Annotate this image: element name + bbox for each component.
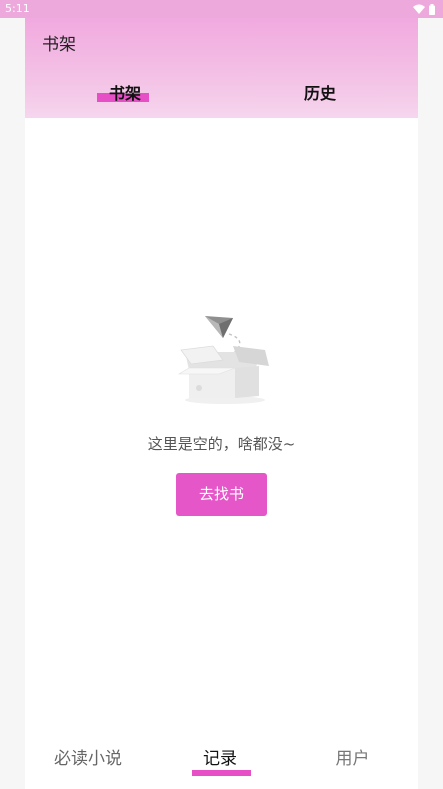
app-header: 书架 书架 历史 [25,18,418,118]
page-title: 书架 [42,35,76,55]
bottom-nav-selected-indicator [192,770,251,776]
bottom-nav-records-label: 记录 [203,749,237,769]
tab-bookshelf[interactable]: 书架 [65,80,185,110]
bottom-nav-user-label: 用户 [335,749,370,769]
status-icons [413,3,435,15]
bottom-nav-must-read-label: 必读小说 [54,749,122,769]
tab-bookshelf-label: 书架 [108,84,141,103]
bottom-nav-user[interactable]: 用户 [320,746,385,776]
find-book-button[interactable]: 去找书 [176,473,267,516]
bottom-nav: 必读小说 记录 用户 [25,736,418,786]
battery-icon [429,3,435,15]
app-card: 书架 书架 历史 这里是空的，啥都没~ 去找书 必读小说 记录 用户 [25,18,418,789]
empty-state-message: 这里是空的，啥都没~ [147,435,296,453]
tab-history-label: 历史 [303,84,336,103]
status-bar: 5:11 [0,0,443,18]
empty-box-icon [177,316,269,404]
tab-history[interactable]: 历史 [260,80,380,110]
bottom-nav-records[interactable]: 记录 [185,746,255,776]
wifi-icon [413,4,425,14]
bottom-nav-must-read[interactable]: 必读小说 [43,746,133,776]
status-time: 5:11 [5,2,30,15]
